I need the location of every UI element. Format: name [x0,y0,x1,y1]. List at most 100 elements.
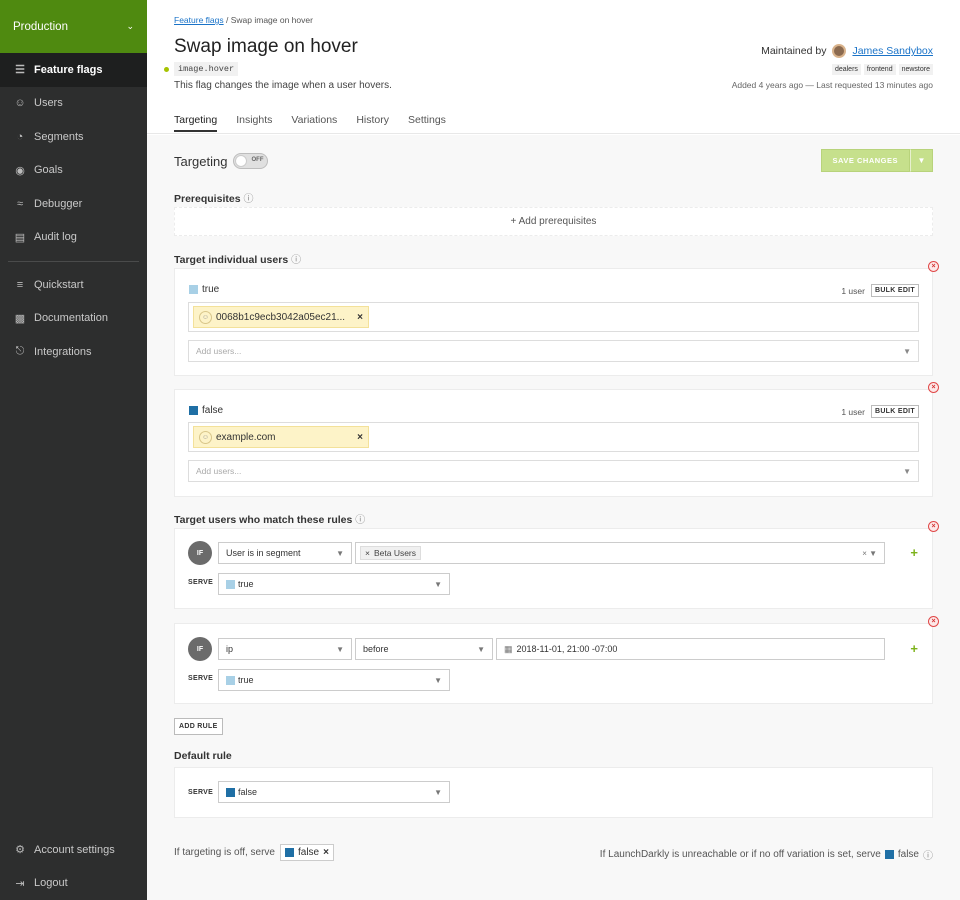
prerequisites-heading: Prerequisites ⓘ [174,193,254,205]
sidebar-item-segments[interactable]: ◔ Segments [0,120,147,154]
rule-segment-select[interactable]: × Beta Users × ▼ [355,542,885,564]
breadcrumb-current: Swap image on hover [230,15,313,25]
chevron-down-icon: ▼ [434,787,442,797]
user-list[interactable]: ☺ example.com × [188,422,919,452]
chevron-down-icon: ▼ [917,156,926,165]
info-icon[interactable]: ⓘ [243,194,253,205]
rule-date-input[interactable]: ▦ 2018-11-01, 21:00 -07:00 [496,638,885,660]
variation-swatch [884,850,894,859]
pie-icon: ◔ [16,130,24,143]
maintained-by-label: Maintained by [761,45,827,57]
sidebar-item-integrations[interactable]: ⎋ Integrations [0,335,147,369]
bulk-edit-button[interactable]: BULK EDIT [870,405,919,418]
clear-chevron-icon[interactable]: × ▼ [862,549,877,558]
environment-label: Production [13,20,68,33]
sidebar-item-quickstart[interactable]: ≡ Quickstart [0,268,147,302]
user-count: 1 user [841,285,865,296]
fallback-info: If LaunchDarkly is unreachable or if no … [599,847,933,862]
remove-icon[interactable]: × [323,847,329,858]
remove-user-icon[interactable]: × [357,432,363,443]
targeting-toggle[interactable]: OFF [233,153,269,169]
tab-settings[interactable]: Settings [408,114,446,132]
user-icon: ☺ [199,310,212,324]
plug-icon: ⎋ [15,345,25,358]
users-icon: ☺ [14,97,26,110]
individual-target-true: × true 1 user BULK EDIT ☺ 0068b1c9ecb304… [174,261,939,376]
add-prerequisites-button[interactable]: + Add prerequisites [174,207,933,236]
add-clause-icon[interactable]: + [910,545,918,560]
rule-serve-select[interactable]: true ▼ [218,669,450,691]
tab-targeting[interactable]: Targeting [174,114,218,132]
sidebar-item-label: Integrations [34,345,92,358]
sidebar-item-label: Documentation [34,312,108,325]
add-rule-button[interactable]: ADD RULE [174,718,223,735]
add-users-input[interactable]: Add users... ▼ [188,460,919,482]
targeting-label: Targeting [174,153,228,169]
add-users-input[interactable]: Add users... ▼ [188,340,919,362]
sidebar-item-audit-log[interactable]: ▤ Audit log [0,221,147,255]
targeting-toggle-row: Targeting OFF [174,153,269,169]
chevron-down-icon: ▼ [336,644,344,654]
remove-segment-icon[interactable]: × [365,548,370,558]
variation-label: true [189,284,219,295]
rules-heading: Target users who match these rules ⓘ [174,514,366,526]
sidebar-item-label: Goals [34,164,63,177]
tag[interactable]: dealers [831,64,861,75]
remove-icon[interactable]: × [928,521,939,532]
user-chip: ☺ example.com × [193,426,369,448]
segment-chip: × Beta Users [360,546,422,560]
sidebar-bottom: ⚙ Account settings ⇥ Logout [0,833,147,900]
remove-icon[interactable]: × [928,382,939,393]
variation-swatch [189,285,198,294]
rule-operator-select[interactable]: before ▼ [355,638,493,660]
remove-user-icon[interactable]: × [357,312,363,323]
flag-header: Feature flags / Swap image on hover Swap… [147,0,960,134]
page-title: Swap image on hover [174,36,358,57]
tab-bar: Targeting Insights Variations History Se… [174,114,446,132]
chevron-down-icon: ▼ [903,466,911,476]
breadcrumb-link-feature-flags[interactable]: Feature flags [174,15,224,25]
save-changes-button[interactable]: SAVE CHANGES [820,149,910,172]
rule-attribute-select[interactable]: User is in segment ▼ [218,542,352,564]
bulk-edit-button[interactable]: BULK EDIT [870,284,919,297]
tag[interactable]: newstore [898,64,933,75]
rule-if-badge: IF [188,637,212,661]
sidebar-item-debugger[interactable]: ≈ Debugger [0,187,147,221]
user-list[interactable]: ☺ 0068b1c9ecb3042a05ec21... × [188,302,919,332]
toggle-knob [235,155,248,167]
tab-history[interactable]: History [356,114,389,132]
remove-icon[interactable]: × [928,261,939,272]
environment-selector[interactable]: Production ⌄ [0,0,147,53]
tab-variations[interactable]: Variations [291,114,337,132]
maintainer-link[interactable]: James Sandybox [852,45,933,57]
rule-serve-select[interactable]: true ▼ [218,573,450,595]
sidebar-item-label: Audit log [34,231,77,244]
sidebar-item-goals[interactable]: ◉ Goals [0,154,147,188]
flag-key: image.hover [174,62,239,76]
add-clause-icon[interactable]: + [910,641,918,656]
tag[interactable]: frontend [863,64,896,75]
sidebar-item-logout[interactable]: ⇥ Logout [0,867,147,900]
chevron-down-icon: ⌄ [126,21,134,31]
default-serve-select[interactable]: false ▼ [218,781,450,803]
sidebar-item-users[interactable]: ☺ Users [0,87,147,121]
sidebar-item-documentation[interactable]: ▩ Documentation [0,302,147,336]
info-icon[interactable]: ⓘ [291,255,301,266]
breadcrumb: Feature flags / Swap image on hover [174,15,313,25]
toggle-state: OFF [251,157,264,163]
variation-swatch [226,787,235,797]
variation-swatch [226,675,235,685]
rule-attribute-select[interactable]: ip ▼ [218,638,352,660]
remove-icon[interactable]: × [928,616,939,627]
off-variation-select[interactable]: false × [279,844,334,861]
save-options-dropdown[interactable]: ▼ [910,149,933,172]
docs-icon: ▩ [14,312,26,325]
sidebar-item-feature-flags[interactable]: ☰ Feature flags [0,53,147,87]
info-icon[interactable]: ⓘ [355,515,365,526]
sidebar-item-account-settings[interactable]: ⚙ Account settings [0,833,147,867]
target-icon: ◉ [15,164,25,177]
tab-insights[interactable]: Insights [236,114,272,132]
info-icon[interactable]: ⓘ [923,847,933,862]
audit-icon: ▤ [14,231,26,244]
chevron-down-icon: ▼ [903,346,911,356]
